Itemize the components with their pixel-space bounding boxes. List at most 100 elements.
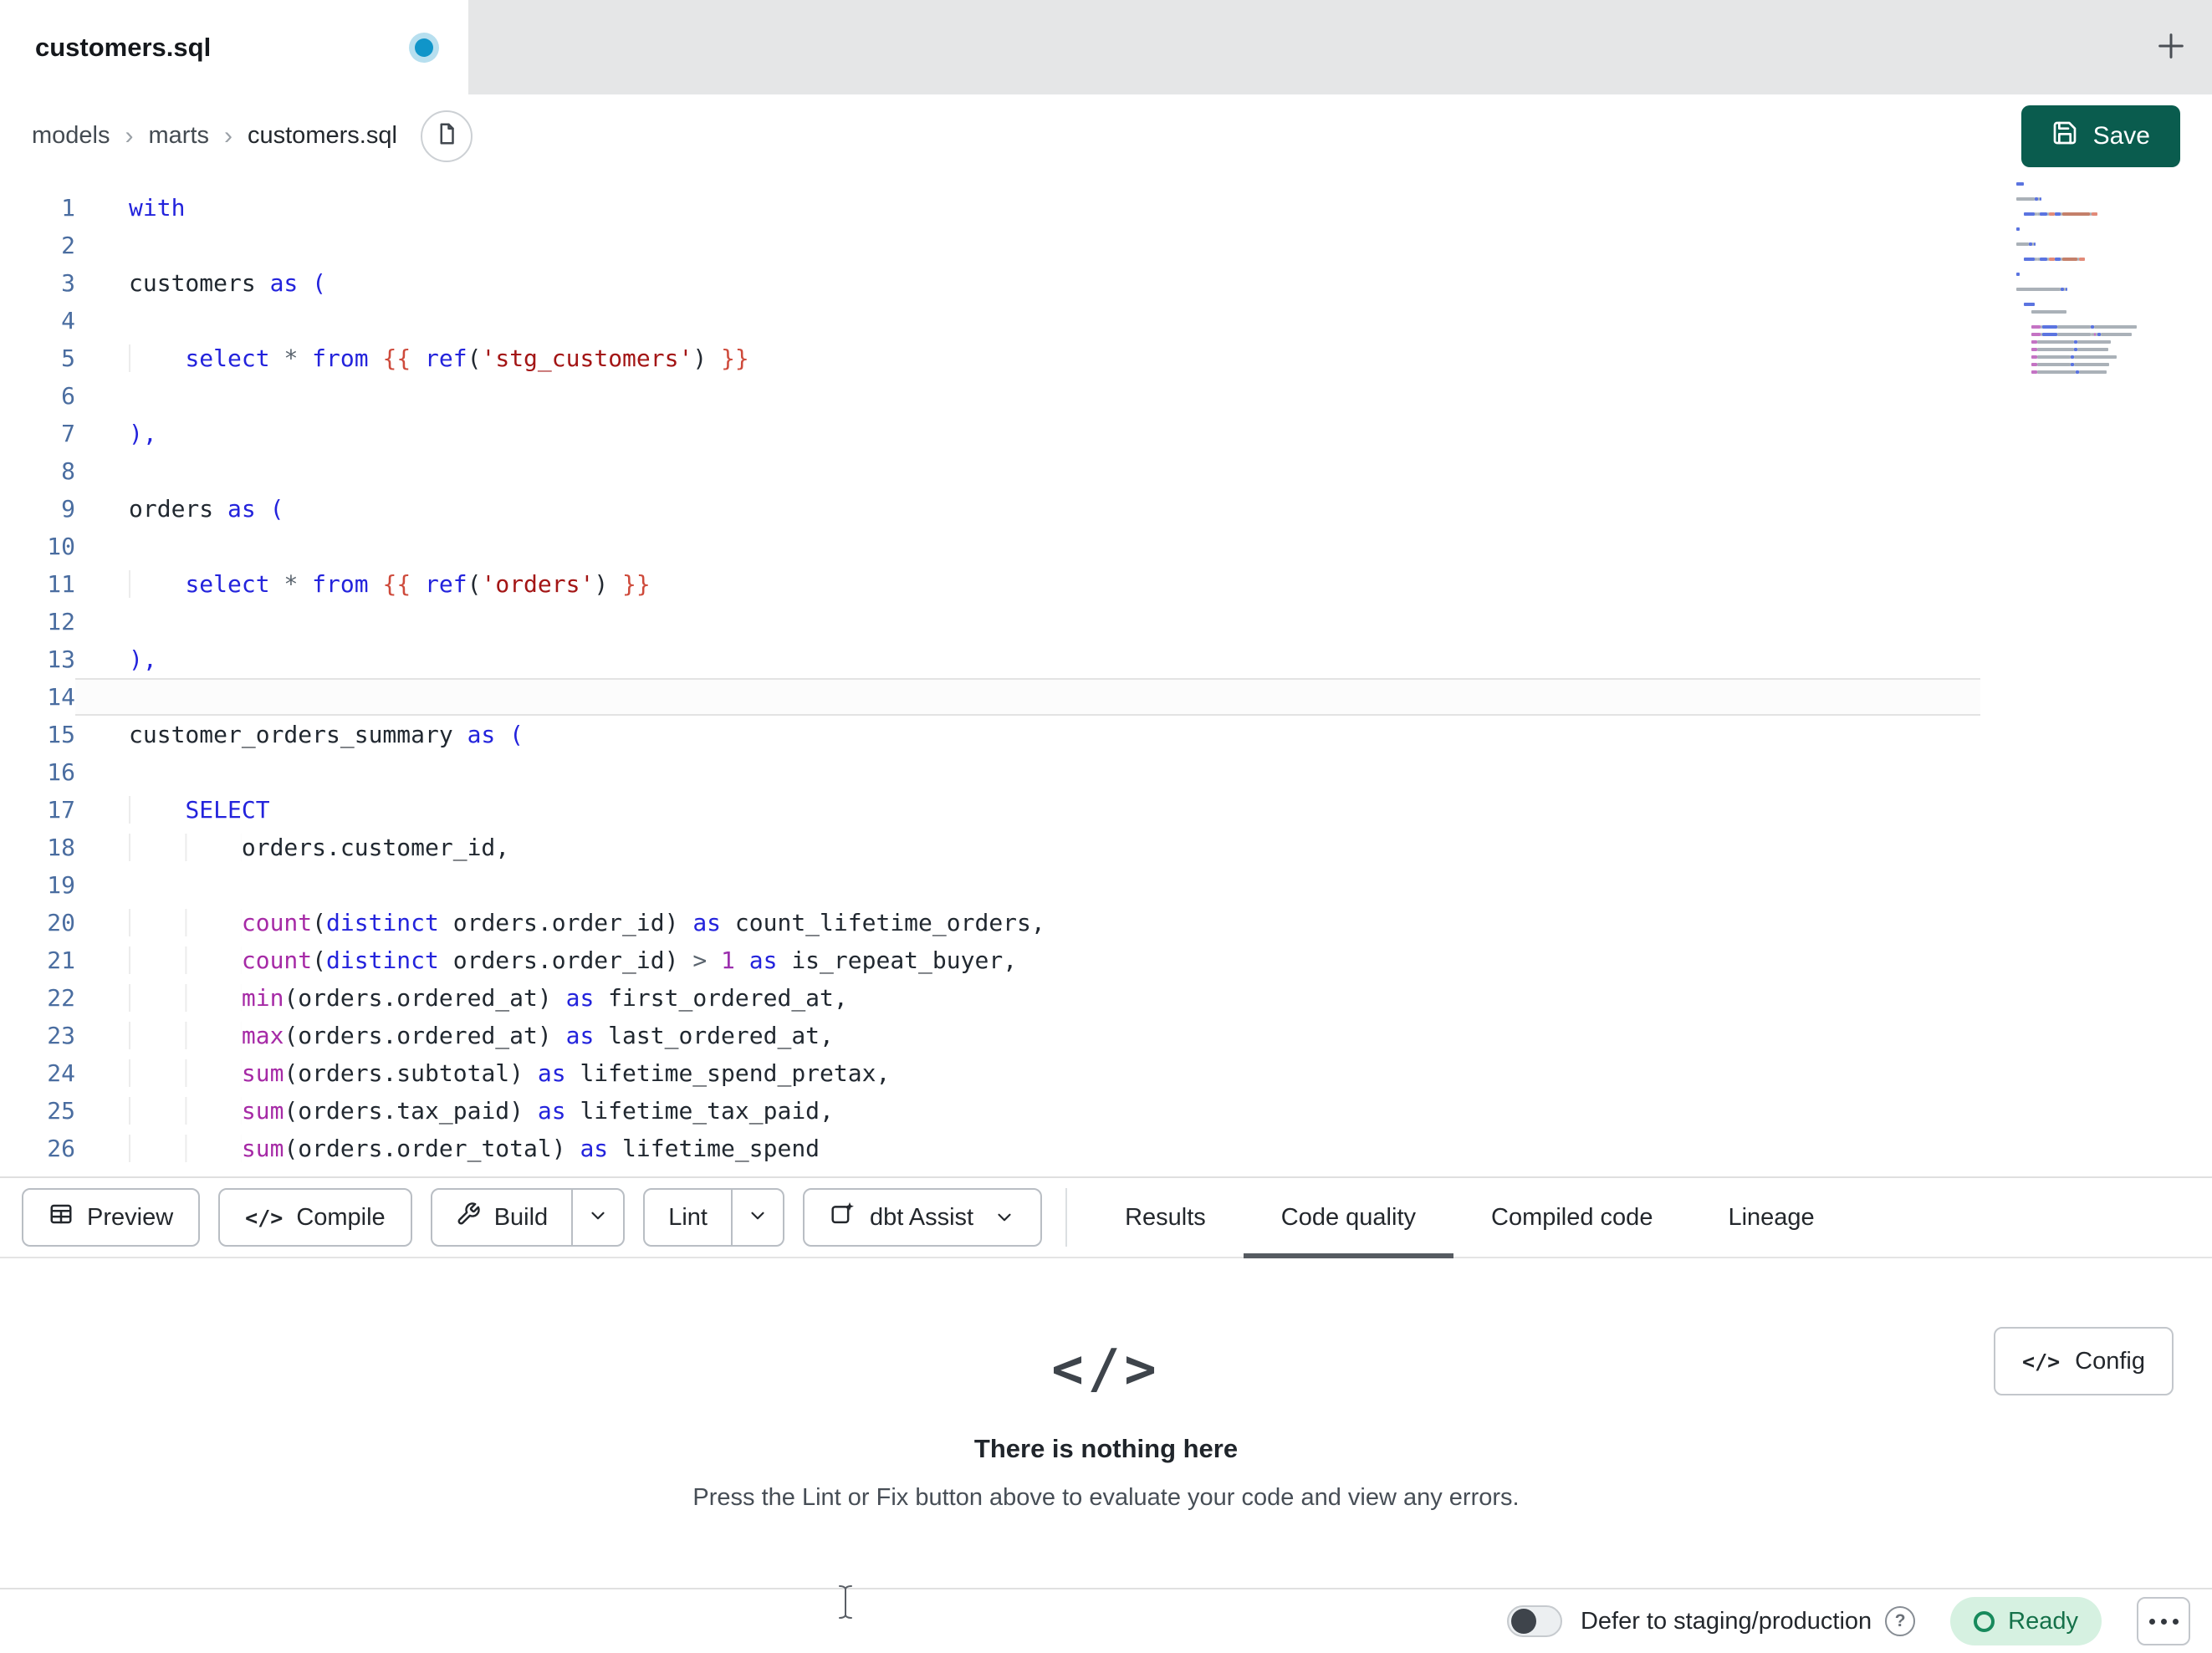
line-number: 17 <box>47 796 75 824</box>
code-line-17[interactable]: 17 SELECT <box>0 791 1980 829</box>
ready-circle-icon <box>1974 1610 1995 1632</box>
code-text <box>75 678 1980 716</box>
breadcrumb-separator: › <box>125 121 134 150</box>
file-action-button[interactable] <box>420 110 473 162</box>
build-dropdown-button[interactable] <box>571 1190 623 1245</box>
code-text: sum(orders.tax_paid) as lifetime_tax_pai… <box>75 1092 1980 1130</box>
lint-dropdown-button[interactable] <box>730 1190 783 1245</box>
code-line-18[interactable]: 18 orders.customer_id, <box>0 829 1980 866</box>
line-number: 2 <box>61 232 75 259</box>
code-line-22[interactable]: 22 min(orders.ordered_at) as first_order… <box>0 979 1980 1017</box>
breadcrumb-customers-sql[interactable]: customers.sql <box>248 122 397 150</box>
mouse-cursor-ibeam <box>836 1583 855 1625</box>
code-line-10[interactable]: 10 <box>0 528 1980 565</box>
config-button[interactable]: </> Config <box>1994 1327 2174 1395</box>
code-text: sum(orders.subtotal) as lifetime_spend_p… <box>75 1054 1980 1092</box>
code-line-1[interactable]: 1 with <box>0 189 1980 227</box>
code-line-11[interactable]: 11 select * from {{ ref('orders') }} <box>0 565 1980 603</box>
chevron-down-icon <box>747 1205 769 1231</box>
ready-label: Ready <box>2008 1607 2078 1635</box>
code-editor[interactable]: 1 with 2 3 customers as (4 5 select * from {{… <box>0 177 2212 1176</box>
code-line-16[interactable]: 16 <box>0 753 1980 791</box>
code-text: sum(orders.order_total) as lifetime_spen… <box>75 1130 1980 1167</box>
code-text: orders.customer_id, <box>75 829 1980 866</box>
line-number: 8 <box>61 457 75 485</box>
code-line-19[interactable]: 19 <box>0 866 1980 904</box>
code-line-23[interactable]: 23 max(orders.ordered_at) as last_ordere… <box>0 1017 1980 1054</box>
line-number: 7 <box>61 420 75 447</box>
line-number: 26 <box>47 1135 75 1162</box>
tab-lineage[interactable]: Lineage <box>1690 1176 1852 1258</box>
file-icon <box>434 121 459 151</box>
preview-button[interactable]: Preview <box>22 1188 201 1247</box>
code-brackets-icon: </> <box>245 1205 284 1230</box>
minimap[interactable] <box>2016 182 2145 380</box>
line-number: 19 <box>47 871 75 899</box>
editor-toolbar: Preview </> Compile Build Lint dbt Assis… <box>0 1176 2212 1258</box>
code-line-7[interactable]: 7), <box>0 415 1980 452</box>
ellipsis-icon <box>2160 1618 2167 1625</box>
line-number: 14 <box>47 683 75 711</box>
code-brackets-icon: </> <box>2022 1349 2061 1374</box>
breadcrumb-models[interactable]: models <box>32 122 110 150</box>
line-number: 6 <box>61 382 75 410</box>
ellipsis-icon <box>2172 1618 2179 1625</box>
code-text: min(orders.ordered_at) as first_ordered_… <box>75 979 1980 1017</box>
line-number: 5 <box>61 344 75 372</box>
code-line-5[interactable]: 5 select * from {{ ref('stg_customers') … <box>0 339 1980 377</box>
code-line-2[interactable]: 2 <box>0 227 1980 264</box>
code-line-14[interactable]: 14 <box>0 678 1980 716</box>
code-line-25[interactable]: 25 sum(orders.tax_paid) as lifetime_tax_… <box>0 1092 1980 1130</box>
code-line-24[interactable]: 24 sum(orders.subtotal) as lifetime_spen… <box>0 1054 1980 1092</box>
code-line-13[interactable]: 13), <box>0 640 1980 678</box>
line-number: 9 <box>61 495 75 523</box>
code-line-12[interactable]: 12 <box>0 603 1980 640</box>
save-icon <box>2051 120 2078 153</box>
lint-button[interactable]: Lint <box>645 1190 731 1245</box>
new-tab-button[interactable] <box>2150 27 2192 69</box>
breadcrumb-separator: › <box>224 121 232 150</box>
code-line-21[interactable]: 21 count(distinct orders.order_id) > 1 a… <box>0 941 1980 979</box>
defer-toggle[interactable] <box>1506 1605 1562 1637</box>
code-line-3[interactable]: 3 customers as ( <box>0 264 1980 302</box>
compile-button[interactable]: </> Compile <box>218 1188 412 1247</box>
tab-compiled-code[interactable]: Compiled code <box>1453 1176 1690 1258</box>
line-number: 10 <box>47 533 75 560</box>
line-number: 15 <box>47 721 75 748</box>
code-line-20[interactable]: 20 count(distinct orders.order_id) as co… <box>0 904 1980 941</box>
ready-status-badge[interactable]: Ready <box>1950 1597 2102 1645</box>
line-number: 3 <box>61 269 75 297</box>
save-button[interactable]: Save <box>2020 105 2180 167</box>
breadcrumb-marts[interactable]: marts <box>149 122 210 150</box>
help-icon[interactable]: ? <box>1885 1606 1916 1636</box>
build-button[interactable]: Build <box>432 1190 572 1245</box>
code-text: count(distinct orders.order_id) > 1 as i… <box>75 941 1980 979</box>
code-brackets-icon: </> <box>1051 1339 1161 1400</box>
tab-bar: customers.sql <box>0 0 2212 94</box>
build-split-button: Build <box>430 1188 626 1247</box>
tab-results[interactable]: Results <box>1087 1176 1244 1258</box>
line-number: 23 <box>47 1022 75 1049</box>
unsaved-changes-dot <box>415 38 433 57</box>
code-line-9[interactable]: 9 orders as ( <box>0 490 1980 528</box>
code-line-26[interactable]: 26 sum(orders.order_total) as lifetime_s… <box>0 1130 1980 1167</box>
dbt-assist-button[interactable]: dbt Assist <box>802 1188 1043 1247</box>
results-tab-strip: Results Code quality Compiled code Linea… <box>1087 1176 1852 1258</box>
code-text: customer_orders_summary as ( <box>129 721 524 748</box>
toolbar-divider <box>1065 1188 1068 1247</box>
compile-button-label: Compile <box>296 1203 386 1231</box>
lint-button-label: Lint <box>668 1203 708 1231</box>
line-number: 21 <box>47 946 75 974</box>
more-options-button[interactable] <box>2137 1597 2190 1645</box>
code-text: count(distinct orders.order_id) as count… <box>75 904 1980 941</box>
code-line-6[interactable]: 6 <box>0 377 1980 415</box>
code-line-8[interactable]: 8 <box>0 452 1980 490</box>
code-line-15[interactable]: 15 customer_orders_summary as ( <box>0 716 1980 753</box>
tab-code-quality[interactable]: Code quality <box>1244 1176 1453 1258</box>
file-tab-customers-sql[interactable]: customers.sql <box>0 0 468 94</box>
code-line-4[interactable]: 4 <box>0 302 1980 339</box>
